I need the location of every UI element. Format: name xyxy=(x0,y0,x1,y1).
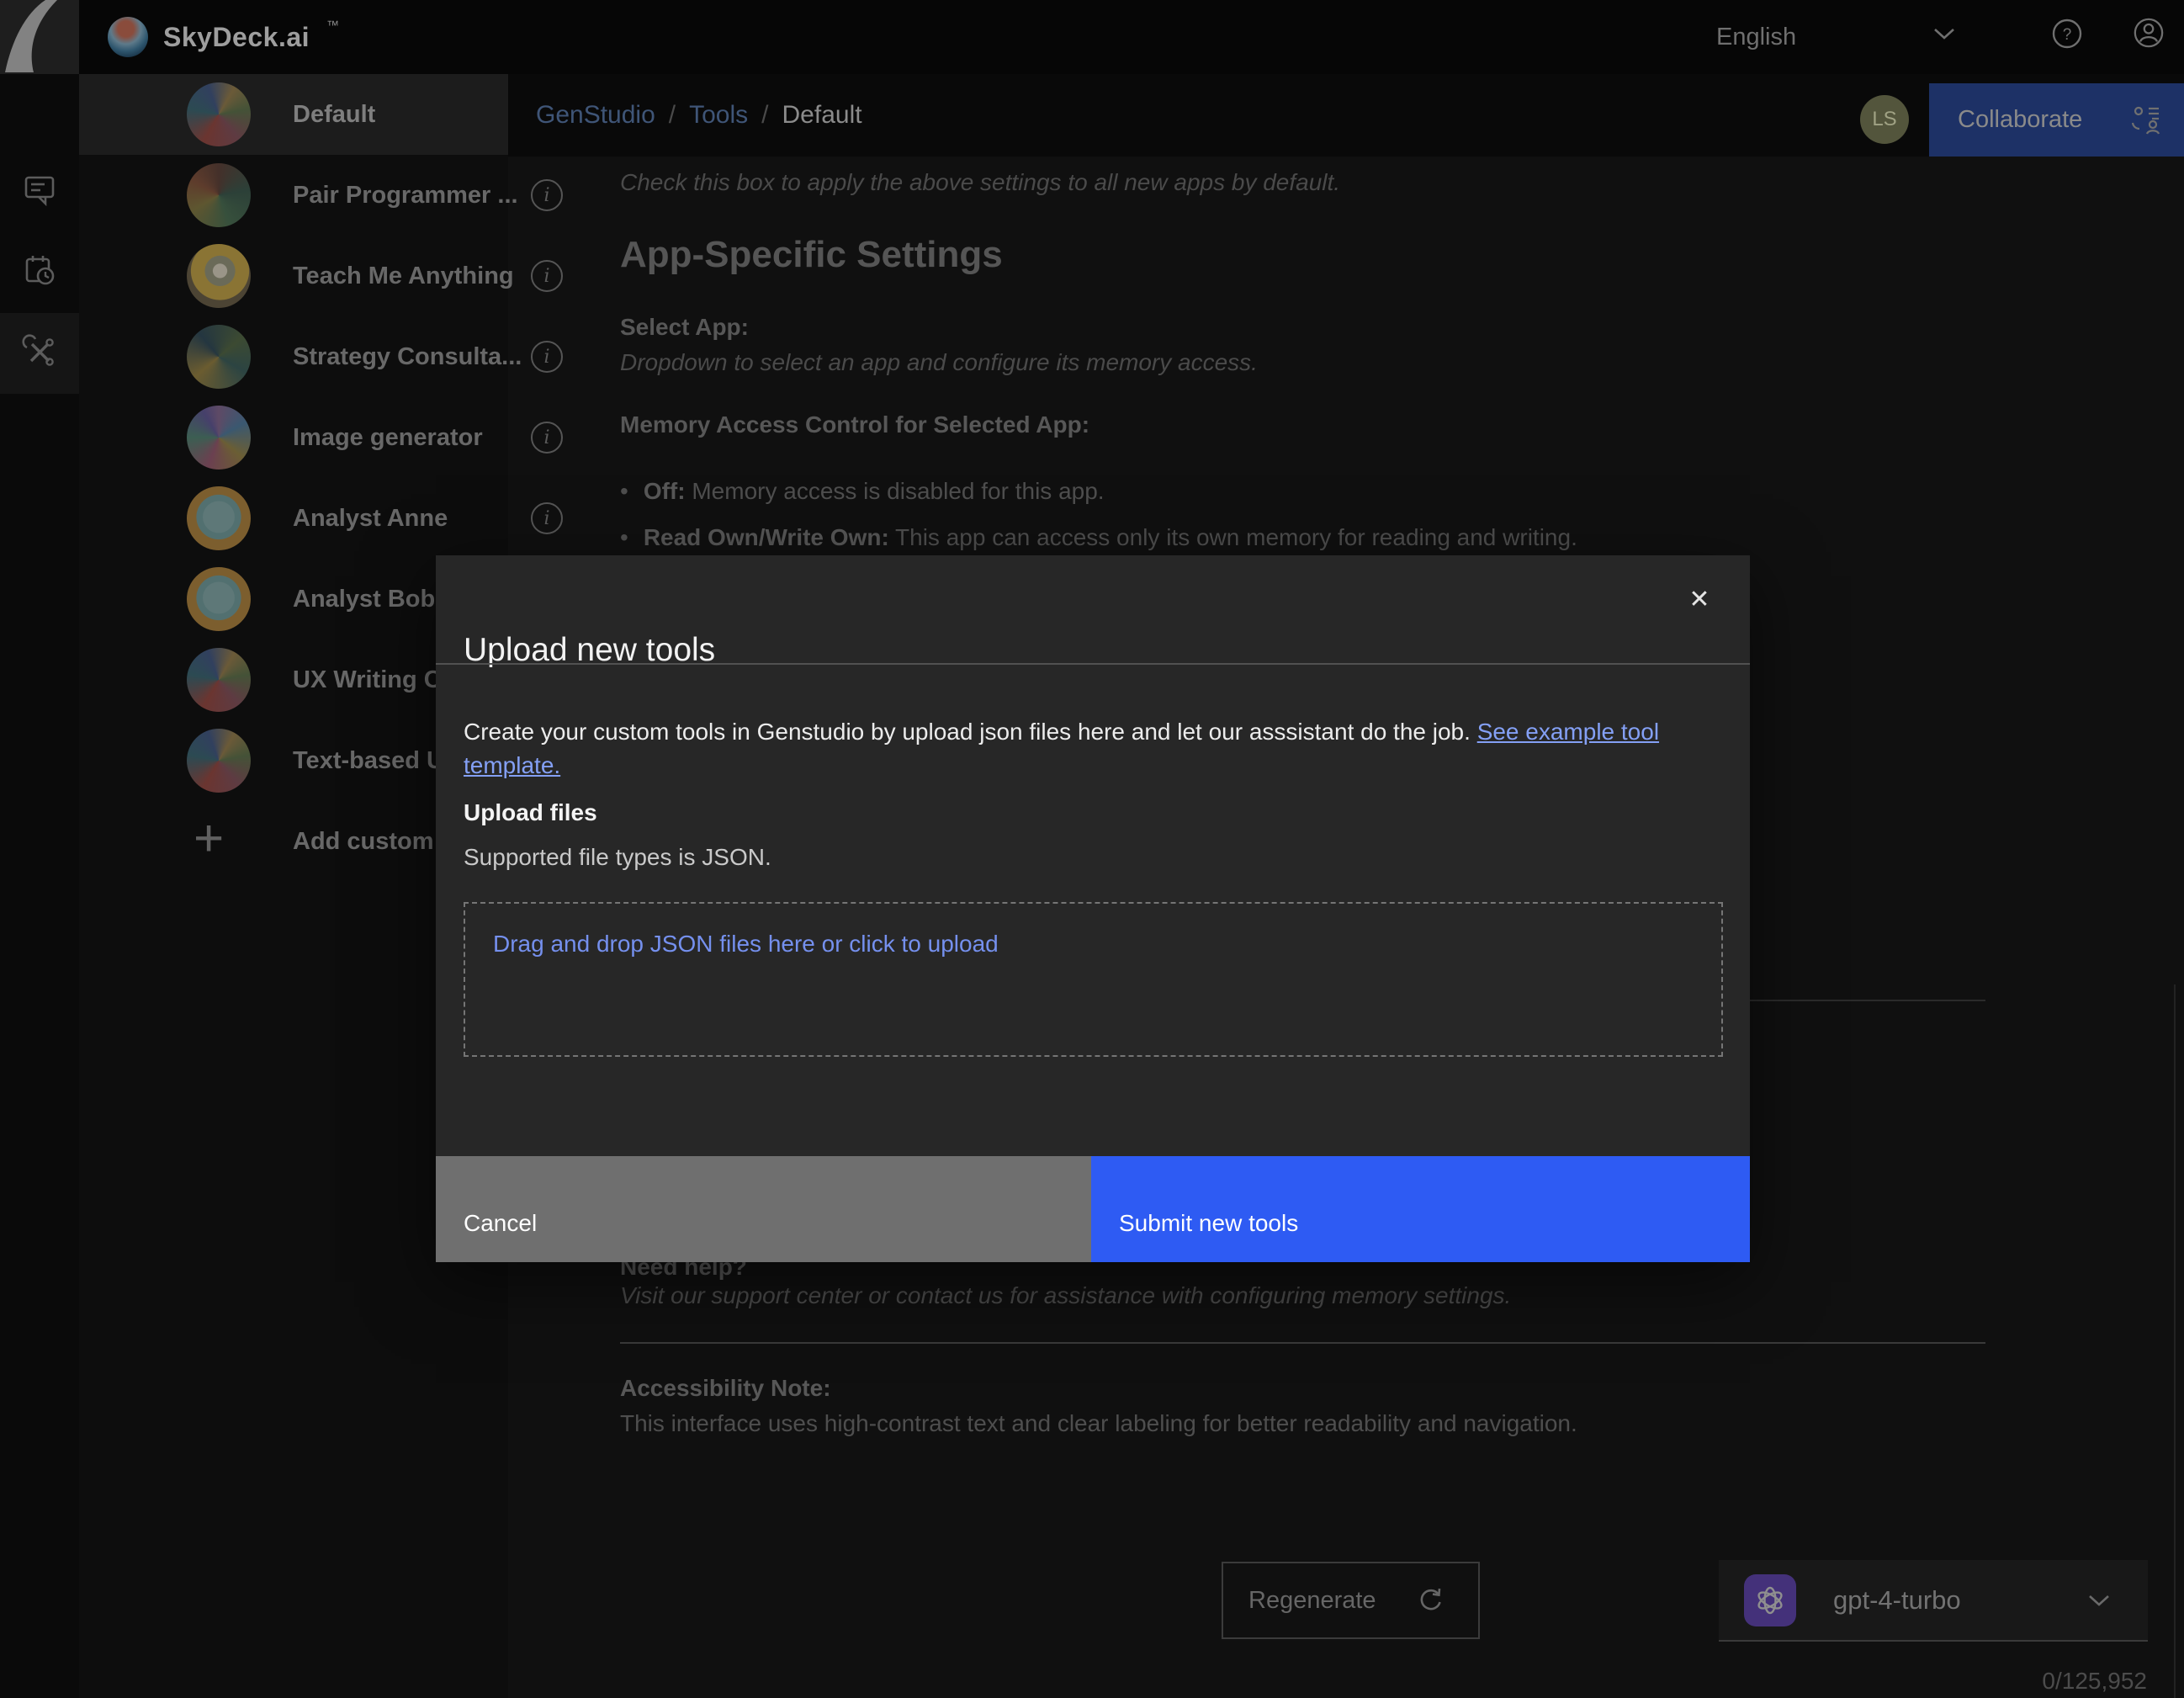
breadcrumb: GenStudio / Tools / Default xyxy=(536,74,862,157)
breadcrumb-tools[interactable]: Tools xyxy=(689,101,748,130)
chat-icon[interactable] xyxy=(21,171,58,208)
app-screen: SkyDeck.ai ™ English ? xyxy=(0,0,2184,1698)
av-flower-avatar xyxy=(187,82,251,146)
av-flower-avatar xyxy=(187,729,251,793)
av-flower-avatar xyxy=(187,648,251,712)
file-dropzone[interactable]: Drag and drop JSON files here or click t… xyxy=(464,902,1723,1057)
option-readwrite-text: This app can access only its own memory … xyxy=(889,524,1577,550)
svg-text:?: ? xyxy=(2063,26,2072,44)
upload-files-label: Upload files xyxy=(464,799,597,826)
submit-new-tools-button[interactable]: Submit new tools xyxy=(1091,1156,1750,1262)
brand[interactable]: SkyDeck.ai ™ xyxy=(108,0,337,74)
list-item: • Off: Memory access is disabled for thi… xyxy=(620,468,1882,514)
supported-types-text: Supported file types is JSON. xyxy=(464,844,771,871)
av-image-avatar xyxy=(187,406,251,470)
info-icon[interactable]: i xyxy=(531,260,563,292)
option-off-label: Off: xyxy=(644,478,686,504)
help-icon[interactable]: ? xyxy=(2052,19,2082,49)
info-icon[interactable]: i xyxy=(531,422,563,454)
account-icon[interactable] xyxy=(2133,17,2165,49)
model-name: gpt-4-turbo xyxy=(1833,1585,2087,1616)
av-analyst-avatar xyxy=(187,486,251,550)
upload-tools-modal: Upload new tools ✕ Create your custom to… xyxy=(436,555,1750,1262)
av-pair-avatar xyxy=(187,163,251,227)
plus-icon: + xyxy=(193,807,224,871)
modal-footer: Cancel Submit new tools xyxy=(436,1156,1750,1262)
divider xyxy=(1750,1000,1985,1001)
sidebar-item-label: Analyst Bob xyxy=(293,586,435,613)
option-off-text: Memory access is disabled for this app. xyxy=(686,478,1105,504)
sidebar-item-label: Teach Me Anything xyxy=(293,263,514,290)
memory-options-list: • Off: Memory access is disabled for thi… xyxy=(620,468,1882,560)
icon-rail xyxy=(0,74,79,1698)
chevron-down-icon[interactable] xyxy=(1932,25,1957,42)
sidebar-item-label: Analyst Anne xyxy=(293,505,448,533)
page-title: App-Specific Settings xyxy=(620,234,1003,276)
regenerate-label: Regenerate xyxy=(1248,1587,1376,1615)
user-avatar[interactable]: LS xyxy=(1860,95,1909,144)
bullet-icon: • xyxy=(620,478,628,505)
brand-trademark: ™ xyxy=(326,19,339,33)
bullet-icon: • xyxy=(620,524,628,551)
settings-intro-note: Check this box to apply the above settin… xyxy=(620,169,1340,196)
memory-access-label: Memory Access Control for Selected App: xyxy=(620,411,1089,438)
sidebar-item-default[interactable]: Default xyxy=(79,74,508,155)
info-icon[interactable]: i xyxy=(531,502,563,534)
av-teach-avatar xyxy=(187,244,251,308)
sidebar-item-image-generator[interactable]: Image generatori xyxy=(79,397,508,478)
sidebar-item-label: Pair Programmer ... xyxy=(293,182,518,210)
collaborate-button[interactable]: Collaborate xyxy=(1929,83,2184,157)
dropzone-text: Drag and drop JSON files here or click t… xyxy=(493,931,999,958)
sidebar-item-label: Image generator xyxy=(293,424,483,452)
company-logo[interactable] xyxy=(0,0,79,74)
need-help-description: Visit our support center or contact us f… xyxy=(620,1282,1511,1309)
divider xyxy=(620,1342,1985,1344)
option-readwrite-label: Read Own/Write Own: xyxy=(644,524,889,550)
sidebar-item-pair-programmer[interactable]: Pair Programmer ...i xyxy=(79,155,508,236)
top-bar: SkyDeck.ai ™ English ? xyxy=(0,0,2184,74)
sidebar-item-teach-me-anything[interactable]: Teach Me Anythingi xyxy=(79,236,508,316)
regenerate-button[interactable]: Regenerate xyxy=(1222,1562,1480,1639)
divider xyxy=(436,663,1750,665)
info-icon[interactable]: i xyxy=(531,341,563,373)
av-analyst-avatar xyxy=(187,567,251,631)
refresh-icon xyxy=(1416,1586,1445,1615)
select-app-description: Dropdown to select an app and configure … xyxy=(620,349,1258,376)
tools-icon[interactable] xyxy=(21,333,58,370)
av-strategy-avatar xyxy=(187,325,251,389)
scrollbar-track[interactable] xyxy=(2174,984,2176,1698)
brand-name: SkyDeck.ai xyxy=(163,22,310,53)
openai-logo-icon xyxy=(1744,1574,1796,1626)
select-app-label: Select App: xyxy=(620,314,749,341)
cancel-button[interactable]: Cancel xyxy=(436,1156,1091,1262)
breadcrumb-separator: / xyxy=(761,101,768,130)
modal-description-text: Create your custom tools in Genstudio by… xyxy=(464,719,1477,745)
sidebar-item-label: Default xyxy=(293,101,375,129)
token-counter: 0/125,952 xyxy=(1895,1668,2147,1695)
modal-description: Create your custom tools in Genstudio by… xyxy=(464,715,1725,783)
breadcrumb-separator: / xyxy=(669,101,676,130)
sidebar-item-strategy-consulta[interactable]: Strategy Consulta...i xyxy=(79,316,508,397)
sidebar-item-analyst-anne[interactable]: Analyst Annei xyxy=(79,478,508,559)
collaborate-label: Collaborate xyxy=(1958,106,2082,134)
accessibility-label: Accessibility Note: xyxy=(620,1375,831,1402)
brand-avatar-icon xyxy=(108,17,148,57)
model-selector[interactable]: gpt-4-turbo xyxy=(1719,1560,2148,1642)
breadcrumb-genstudio[interactable]: GenStudio xyxy=(536,101,655,130)
chevron-down-icon[interactable] xyxy=(2087,1593,2111,1608)
language-label: English xyxy=(1716,24,1796,51)
breadcrumb-current: Default xyxy=(782,101,862,130)
collaborate-people-icon xyxy=(2128,103,2162,137)
sidebar-item-label: Strategy Consulta... xyxy=(293,343,522,371)
list-item: • Read Own/Write Own: This app can acces… xyxy=(620,514,1882,560)
accessibility-description: This interface uses high-contrast text a… xyxy=(620,1410,1577,1437)
schedule-icon[interactable] xyxy=(21,252,58,289)
sail-logo-icon xyxy=(0,0,79,74)
language-selector[interactable]: English xyxy=(1716,0,1796,74)
info-icon[interactable]: i xyxy=(531,179,563,211)
close-icon[interactable]: ✕ xyxy=(1679,579,1720,619)
